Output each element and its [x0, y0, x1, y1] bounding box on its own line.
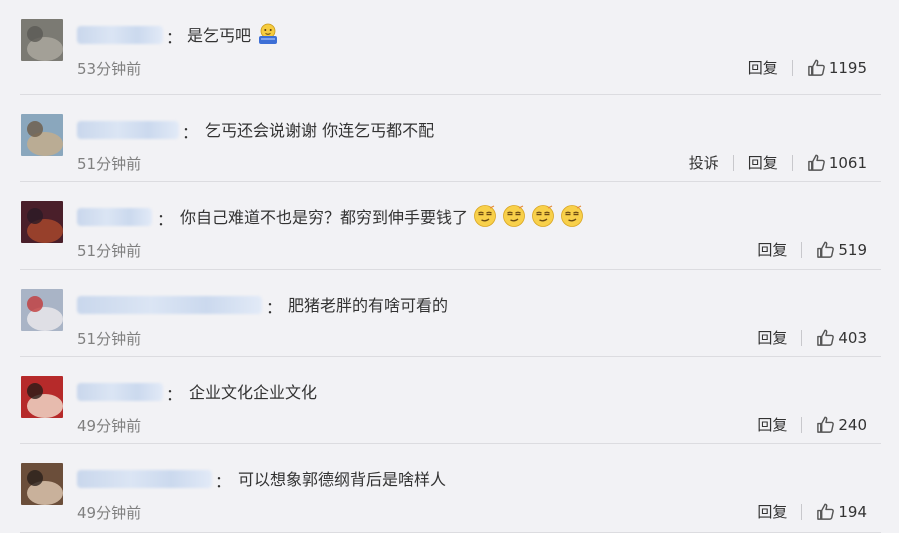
like-button[interactable]: 1195 [807, 58, 867, 77]
report-button[interactable]: 投诉 [689, 152, 719, 173]
avatar[interactable] [21, 289, 63, 331]
comment-text-content: 企业文化企业文化 [189, 383, 318, 402]
reply-button[interactable]: 回复 [748, 152, 778, 173]
comment-text: 你自己难道不也是穷？都穷到伸手要钱了 [180, 204, 584, 228]
comment-text-content: 乞丐还会说谢谢 你连乞丐都不配 [205, 121, 435, 140]
timestamp: 51分钟前 [77, 330, 142, 348]
username-blurred[interactable] [77, 296, 262, 314]
reply-button[interactable]: 回复 [757, 414, 787, 435]
avatar[interactable] [21, 19, 63, 61]
timestamp: 49分钟前 [77, 504, 142, 522]
divider [801, 503, 803, 520]
thumbs-up-icon [817, 241, 835, 258]
avatar[interactable] [21, 463, 63, 505]
smirk-emoji-icon [561, 205, 583, 227]
avatar[interactable] [21, 376, 63, 418]
comment-item: ： 乞丐还会说谢谢 你连乞丐都不配 51分钟前 投诉 回复 1061 [0, 95, 899, 182]
colon-separator: ： [166, 28, 183, 47]
smirk-emoji-icon [532, 205, 554, 227]
lunchbox-emoji-icon [259, 23, 278, 44]
timestamp: 49分钟前 [77, 417, 142, 435]
reply-button[interactable]: 回复 [757, 501, 787, 522]
comment-text: 可以想象郭德纲背后是啥样人 [238, 466, 446, 490]
comment-item: ： 你自己难道不也是穷？都穷到伸手要钱了 51分钟前 回复 519 [0, 182, 899, 270]
comment-text: 乞丐还会说谢谢 你连乞丐都不配 [205, 117, 434, 141]
comment-text-content: 可以想象郭德纲背后是啥样人 [238, 470, 447, 489]
like-count: 1061 [828, 153, 867, 172]
smirk-emoji-icon [474, 205, 496, 227]
timestamp: 53分钟前 [77, 60, 142, 78]
reply-button[interactable]: 回复 [757, 239, 787, 260]
username-blurred[interactable] [77, 26, 163, 44]
divider [801, 329, 803, 346]
username-blurred[interactable] [77, 121, 179, 139]
like-button[interactable]: 519 [816, 240, 867, 259]
thumbs-up-icon [817, 416, 835, 433]
like-button[interactable]: 240 [816, 415, 867, 434]
comment-actions: 回复 194 [757, 501, 867, 522]
comment-actions: 回复 519 [757, 239, 867, 260]
thumbs-up-icon [808, 154, 825, 171]
colon-separator: ： [266, 298, 283, 317]
comment-text-content: 是乞丐吧 [187, 26, 252, 45]
divider [732, 154, 734, 171]
smirk-emoji-icon [503, 205, 525, 227]
comment-text: 是乞丐吧 [187, 22, 280, 46]
divider [801, 241, 803, 258]
comment-item: ： 肥猪老胖的有啥可看的 51分钟前 回复 403 [0, 270, 899, 357]
avatar[interactable] [21, 201, 63, 243]
thumbs-up-icon [817, 329, 835, 346]
reply-button[interactable]: 回复 [748, 57, 778, 78]
timestamp: 51分钟前 [77, 155, 142, 173]
divider [801, 416, 803, 433]
colon-separator: ： [166, 385, 183, 404]
comment-actions: 回复 240 [757, 414, 867, 435]
timestamp: 51分钟前 [77, 242, 142, 260]
colon-separator: ： [215, 472, 232, 491]
thumbs-up-icon [817, 503, 835, 520]
like-count: 240 [838, 415, 867, 434]
comment-item: ： 可以想象郭德纲背后是啥样人 49分钟前 回复 194 [0, 444, 899, 533]
like-count: 1195 [828, 58, 867, 77]
comment-text-content: 肥猪老胖的有啥可看的 [288, 296, 449, 315]
comment-actions: 回复 1195 [748, 57, 867, 78]
like-button[interactable]: 1061 [807, 153, 867, 172]
like-button[interactable]: 403 [816, 328, 867, 347]
divider [791, 59, 793, 76]
reply-button[interactable]: 回复 [757, 327, 787, 348]
avatar[interactable] [21, 114, 63, 156]
comment-item: ： 企业文化企业文化 49分钟前 回复 240 [0, 357, 899, 444]
like-count: 519 [838, 240, 867, 259]
username-blurred[interactable] [77, 383, 163, 401]
comment-item: ：是乞丐吧 53分钟前 回复 1195 [0, 0, 899, 95]
like-count: 194 [838, 502, 867, 521]
like-count: 403 [838, 328, 867, 347]
username-blurred[interactable] [77, 470, 212, 488]
comment-text-content: 你自己难道不也是穷？都穷到伸手要钱了 [180, 208, 469, 227]
colon-separator: ： [157, 210, 174, 229]
username-blurred[interactable] [77, 208, 152, 226]
like-button[interactable]: 194 [816, 502, 867, 521]
comment-text: 企业文化企业文化 [189, 379, 317, 403]
colon-separator: ： [182, 123, 199, 142]
divider [791, 154, 793, 171]
comment-actions: 回复 403 [757, 327, 867, 348]
comment-text: 肥猪老胖的有啥可看的 [288, 292, 448, 316]
thumbs-up-icon [808, 59, 825, 76]
comment-actions: 投诉 回复 1061 [689, 152, 867, 173]
